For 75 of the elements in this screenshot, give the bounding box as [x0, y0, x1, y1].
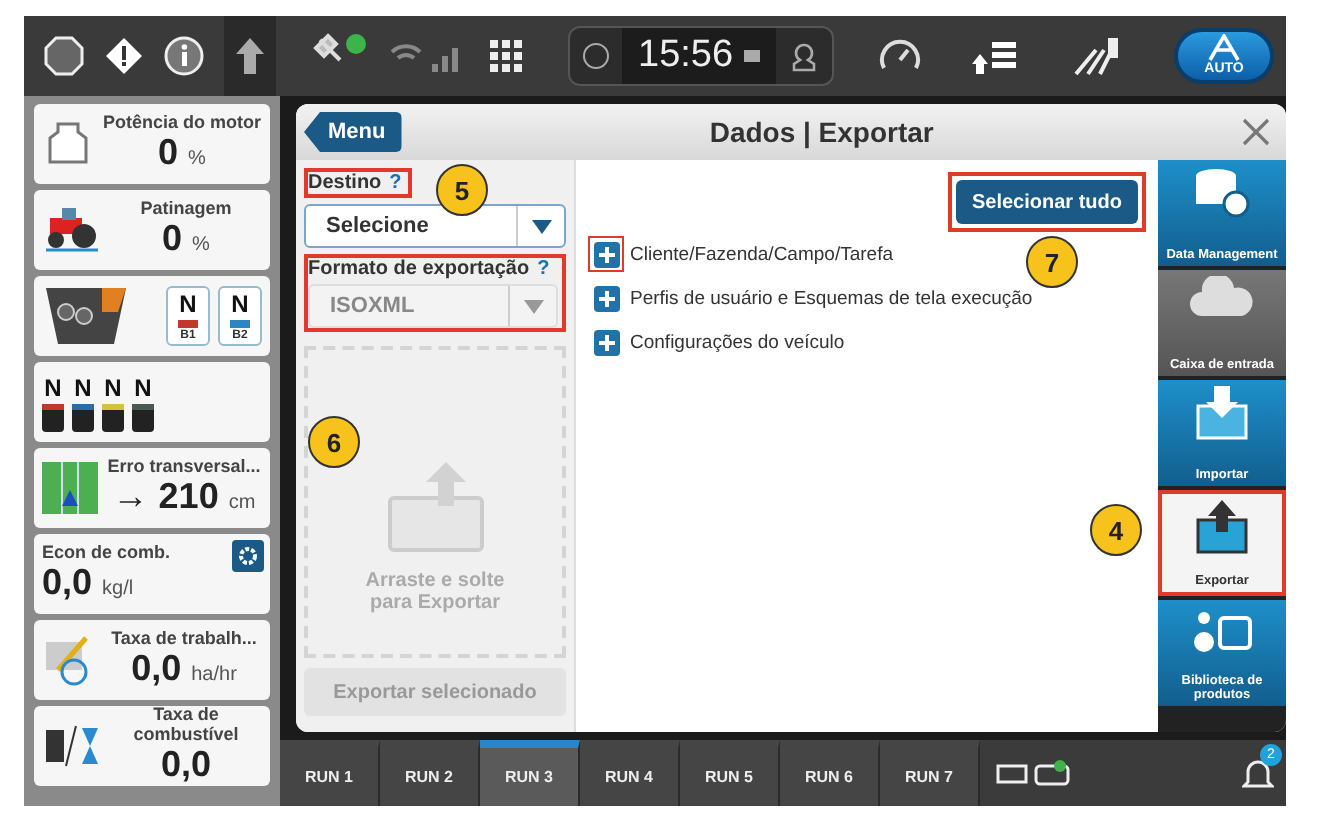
metric-title: Patinagem: [140, 199, 232, 219]
expand-button[interactable]: [588, 236, 624, 272]
metric-title: Potência do motor: [102, 113, 261, 133]
metric-title: Erro transversal...: [107, 457, 261, 477]
caret-icon: [531, 219, 551, 233]
export-category: Configurações do veículo: [630, 331, 845, 353]
metric-title: Taxa de combustível: [131, 705, 241, 745]
list-arrow-icon[interactable]: [972, 38, 1021, 74]
tractor-icon: [42, 206, 102, 254]
run-tab[interactable]: RUN 1: [280, 740, 380, 806]
gear-icon: [238, 546, 258, 566]
remote-valve-indicator: N: [132, 373, 154, 431]
metric-unit: cm: [228, 492, 256, 515]
export-icon: [1192, 500, 1252, 556]
grid-menu-icon[interactable]: [488, 38, 524, 74]
metric-value: 0: [158, 132, 179, 175]
run-tab[interactable]: RUN 2: [380, 740, 480, 806]
metric-unit: kg/l: [102, 578, 134, 601]
export-category: Perfis de usuário e Esquemas de tela execução: [630, 287, 1033, 309]
run-tab[interactable]: RUN 3: [480, 740, 580, 806]
destination-select[interactable]: Selecione: [304, 204, 566, 248]
plus-icon: [593, 329, 619, 355]
metric-value: 0,0: [160, 744, 212, 787]
metric-value: 0,0: [42, 562, 93, 605]
fuel-rate-icon: [42, 722, 102, 770]
run-tab[interactable]: RUN 6: [780, 740, 880, 806]
close-button[interactable]: [1242, 118, 1270, 146]
warning-icon[interactable]: [104, 36, 144, 76]
joystick-icon: [42, 284, 130, 348]
run-tab[interactable]: RUN 4: [580, 740, 680, 806]
notification-bell-icon[interactable]: [1242, 755, 1274, 791]
run-tab[interactable]: RUN 7: [880, 740, 980, 806]
field-rows-icon[interactable]: [1071, 34, 1124, 78]
remote-valve-indicator: N: [72, 373, 94, 431]
product-library-icon: [1190, 606, 1254, 658]
stop-sign-icon[interactable]: [44, 36, 84, 76]
steering-icon: [1206, 34, 1242, 62]
menu-button[interactable]: Menu: [304, 112, 402, 152]
plus-icon: [593, 285, 619, 311]
remote-valve-indicator: N: [102, 373, 124, 431]
dialog-title: Dados | Exportar: [707, 116, 936, 148]
import-icon: [1192, 386, 1252, 442]
clock-time: 15:56: [638, 34, 734, 78]
up-arrow-icon[interactable]: [234, 36, 266, 76]
settings-button[interactable]: [232, 540, 264, 572]
info-icon[interactable]: [164, 36, 204, 76]
metric-value: 0: [162, 218, 183, 261]
step-marker: 6: [308, 416, 360, 468]
plus-icon: [593, 241, 619, 267]
help-link[interactable]: ?: [387, 172, 404, 194]
field-label: Destino: [308, 172, 382, 194]
export-category: Cliente/Fazenda/Campo/Tarefa: [630, 243, 893, 265]
metric-value: → 210: [112, 476, 219, 519]
field-label: Formato de exportação: [308, 258, 530, 280]
isobus-icon: [996, 759, 1072, 787]
field-guidance-icon: [42, 462, 98, 514]
step-marker: 7: [1026, 236, 1078, 288]
upload-tray-icon: [385, 462, 485, 554]
step-marker: 4: [1090, 504, 1142, 556]
metric-unit: %: [188, 148, 206, 171]
metric-title: Taxa de trabalh...: [111, 629, 257, 649]
expand-button[interactable]: [588, 324, 624, 360]
metric-unit: %: [192, 234, 210, 257]
cloud-icon: [1190, 276, 1254, 320]
expand-button[interactable]: [588, 280, 624, 316]
remote-valve-indicator: N: [42, 373, 64, 431]
database-gear-icon: [1192, 166, 1252, 218]
metric-value: 0,0: [131, 648, 182, 691]
metric-title: Econ de comb.: [42, 543, 171, 563]
step-marker: 5: [436, 164, 488, 216]
metric-unit: ha/hr: [191, 664, 237, 687]
run-tab[interactable]: RUN 5: [680, 740, 780, 806]
select-all-button[interactable]: Selecionar tudo: [955, 180, 1138, 224]
caret-icon: [523, 299, 543, 313]
drop-hint: Arraste e solte para Exportar: [363, 570, 507, 614]
